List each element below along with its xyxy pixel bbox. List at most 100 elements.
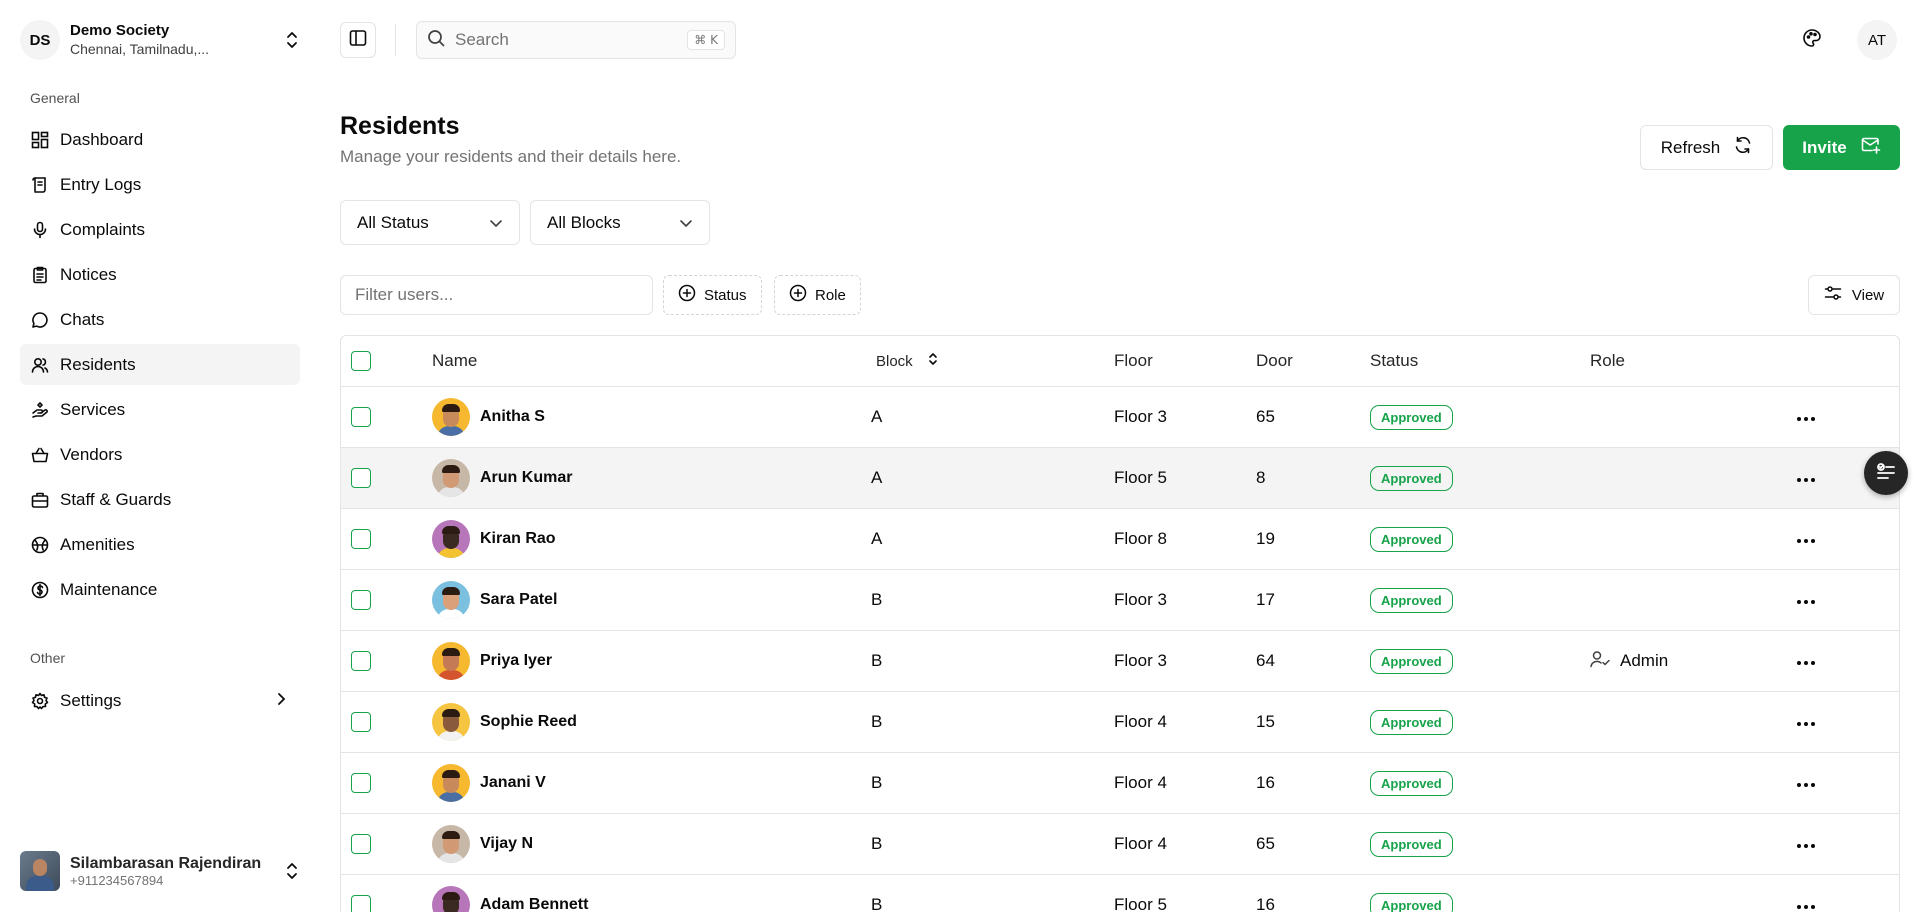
row-actions-button[interactable] [1796,448,1816,508]
org-name: Demo Society [70,21,170,39]
column-header-block-label: Block [876,352,913,370]
table-row[interactable]: Arun Kumar A Floor 5 8 Approved [341,448,1899,509]
sidebar-item-label: Residents [60,354,136,374]
more-horizontal-icon [1796,712,1816,732]
table-row[interactable]: Priya Iyer B Floor 3 64 Approved Admin [341,631,1899,692]
row-actions-button[interactable] [1796,692,1816,752]
avatar [432,703,470,741]
sidebar-item-services[interactable]: Services [20,389,300,430]
table-row[interactable]: Vijay N B Floor 4 65 Approved [341,814,1899,875]
resident-name: Sophie Reed [480,713,577,730]
table-row[interactable]: Sara Patel B Floor 3 17 Approved [341,570,1899,631]
row-checkbox[interactable] [351,387,371,447]
sidebar: DS Demo Society Chennai, Tamilnadu,... G… [0,0,320,912]
row-checkbox[interactable] [351,570,371,630]
section-label-other: Other [30,650,66,666]
plus-circle-icon [789,284,807,306]
more-horizontal-icon [1796,834,1816,854]
chevrons-up-down-icon [284,860,300,882]
avatar [432,642,470,680]
row-checkbox[interactable] [351,692,371,752]
role-filter-chip[interactable]: Role [774,275,861,315]
resident-name: Arun Kumar [480,469,573,486]
filter-users-input[interactable]: Filter users... [340,275,653,315]
status-badge: Approved [1370,404,1453,430]
avatar [432,581,470,619]
block-cell: A [871,407,883,426]
row-actions-button[interactable] [1796,387,1816,447]
user-menu[interactable]: Silambarasan Rajendiran +911234567894 [20,850,300,892]
sidebar-item-amenities[interactable]: Amenities [20,524,300,565]
sidebar-item-vendors[interactable]: Vendors [20,434,300,475]
row-actions-button[interactable] [1796,753,1816,813]
row-actions-button[interactable] [1796,509,1816,569]
row-actions-button[interactable] [1796,570,1816,630]
row-actions-button[interactable] [1796,631,1816,691]
sidebar-item-maintenance[interactable]: Maintenance [20,569,300,610]
resident-cell: Janani V [432,753,546,813]
row-checkbox[interactable] [351,753,371,813]
profile-avatar[interactable]: AT [1857,20,1897,60]
dashboard-icon [30,130,50,150]
status-select[interactable]: All Status [340,200,520,245]
status-badge: Approved [1370,526,1453,552]
select-all-checkbox[interactable] [351,336,371,386]
floor-cell: Floor 5 [1114,895,1167,912]
avatar [432,886,470,912]
sidebar-toggle-button[interactable] [340,22,376,58]
view-options-button[interactable]: View [1808,275,1900,315]
table-row[interactable]: Adam Bennett B Floor 5 16 Approved [341,875,1899,912]
blocks-select-value: All Blocks [547,212,621,232]
status-filter-chip[interactable]: Status [663,275,762,315]
list-filter-icon [1875,461,1897,486]
refresh-label: Refresh [1660,137,1721,157]
search-placeholder: Search [455,30,509,49]
user-check-icon [1590,650,1610,673]
row-checkbox[interactable] [351,448,371,508]
row-checkbox[interactable] [351,814,371,874]
user-phone: +911234567894 [70,872,164,888]
row-checkbox[interactable] [351,509,371,569]
role-cell: Admin [1590,631,1668,691]
role-label: Admin [1620,651,1669,670]
sidebar-item-complaints[interactable]: Complaints [20,209,300,250]
sidebar-item-dashboard[interactable]: Dashboard [20,119,300,160]
theme-button[interactable] [1794,22,1830,58]
sidebar-item-notices[interactable]: Notices [20,254,300,295]
scroll-icon [30,175,50,195]
blocks-select[interactable]: All Blocks [530,200,710,245]
sidebar-item-settings[interactable]: Settings [20,680,300,721]
sidebar-item-entry-logs[interactable]: Entry Logs [20,164,300,205]
sidebar-item-staff-guards[interactable]: Staff & Guards [20,479,300,520]
table-row[interactable]: Anitha S A Floor 3 65 Approved [341,387,1899,448]
table-row[interactable]: Janani V B Floor 4 16 Approved [341,753,1899,814]
avatar [432,825,470,863]
sidebar-item-label: Services [60,399,126,419]
gear-icon [30,691,50,711]
more-horizontal-icon [1796,590,1816,610]
avatar [432,459,470,497]
resident-name: Janani V [480,774,546,791]
sidebar-item-residents[interactable]: Residents [20,344,300,385]
table-row[interactable]: Sophie Reed B Floor 4 15 Approved [341,692,1899,753]
invite-button[interactable]: Invite [1783,125,1900,170]
sidebar-item-label: Maintenance [60,579,158,599]
row-checkbox[interactable] [351,875,371,912]
row-actions-button[interactable] [1796,875,1816,912]
resident-name: Adam Bennett [480,896,589,912]
sliders-icon [1824,285,1842,305]
floating-action-button[interactable] [1864,451,1908,495]
sidebar-item-chats[interactable]: Chats [20,299,300,340]
status-badge: Approved [1370,587,1453,613]
floor-cell: Floor 3 [1114,590,1167,609]
row-checkbox[interactable] [351,631,371,691]
org-switcher[interactable]: DS Demo Society Chennai, Tamilnadu,... [20,20,300,60]
search-input[interactable]: Search ⌘ K [416,21,736,59]
users-icon [30,355,50,375]
column-header-block[interactable]: Block [876,336,939,386]
more-horizontal-icon [1796,529,1816,549]
row-actions-button[interactable] [1796,814,1816,874]
door-cell: 19 [1256,529,1275,548]
refresh-button[interactable]: Refresh [1640,125,1773,170]
table-row[interactable]: Kiran Rao A Floor 8 19 Approved [341,509,1899,570]
